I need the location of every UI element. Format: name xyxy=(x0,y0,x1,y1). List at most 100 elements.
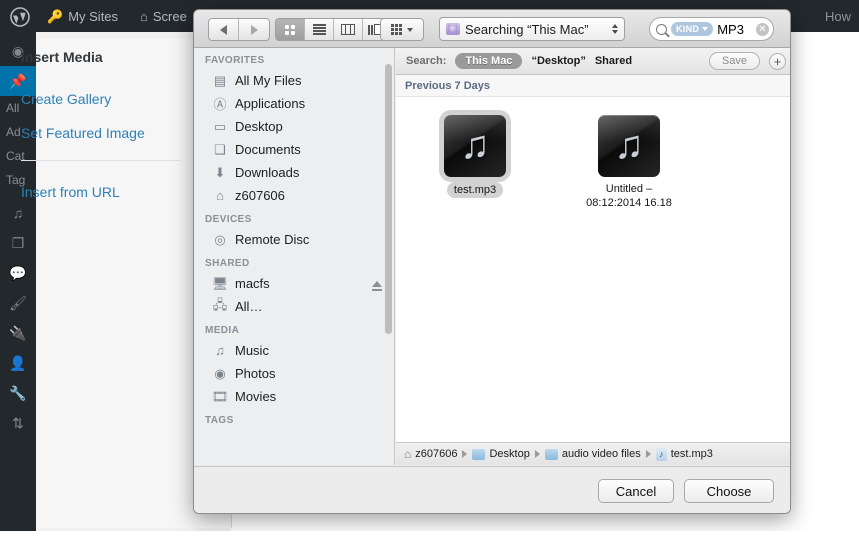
photos-icon: ◉ xyxy=(212,366,228,382)
screenshot-root: Maximum upload file size: 50 MB ◉📌AllAdC… xyxy=(0,0,859,537)
kind-token-label: KIND xyxy=(676,24,699,34)
plus-icon[interactable]: + xyxy=(769,53,786,70)
file-name-label: test.mp3 xyxy=(447,182,503,198)
arrange-by-icon[interactable] xyxy=(381,19,423,40)
wp-menu-media[interactable]: ♫ xyxy=(0,198,36,228)
file-icon-grid[interactable]: ♫test.mp3 ♫Untitled –08:12:2014 16.18 xyxy=(396,97,791,427)
set-featured-image-link[interactable]: Set Featured Image xyxy=(21,125,145,141)
wp-menu-settings[interactable]: ⇅ xyxy=(0,408,36,438)
location-popup-button[interactable]: Searching “This Mac” xyxy=(439,17,625,41)
howdy-label: How xyxy=(825,7,851,27)
file-name-label: Untitled –08:12:2014 16.18 xyxy=(586,182,672,210)
insert-media-title: Insert Media xyxy=(21,49,103,65)
finder-sidebar[interactable]: FAVORITES▤All My Files Ⓐ Applications ▭Desk… xyxy=(194,48,395,465)
sidebar-item-music[interactable]: ♫ Music xyxy=(194,339,394,362)
wp-menu-plugins[interactable]: 🔌 xyxy=(0,318,36,348)
server-icon: 🖥 xyxy=(212,276,228,292)
sidebar-item-photos[interactable]: ◉Photos xyxy=(194,362,394,385)
cancel-button[interactable]: Cancel xyxy=(598,479,674,503)
plug-icon: 🔌 xyxy=(9,325,26,342)
path-segment[interactable]: ⌂z607606 xyxy=(404,447,457,461)
sidebar-section-header: TAGS xyxy=(194,408,394,429)
wp-menu-tools[interactable]: 🔧 xyxy=(0,378,36,408)
path-bar[interactable]: ⌂z607606 Desktop audio video files test.mp3 xyxy=(396,442,791,465)
wp-menu-comments[interactable]: 💬 xyxy=(0,258,36,288)
sidebar-section-header: FAVORITES xyxy=(194,48,394,69)
sidebar-item-label: Desktop xyxy=(235,119,283,134)
sidebar-item-downloads[interactable]: ⬇Downloads xyxy=(194,161,394,184)
create-gallery-link[interactable]: Create Gallery xyxy=(21,91,111,107)
path-segment-label: test.mp3 xyxy=(671,448,713,460)
wp-menu-appearance[interactable]: 🖌 xyxy=(0,288,36,318)
wordpress-logo-icon[interactable] xyxy=(10,7,30,27)
media-icon: ♫ xyxy=(13,205,24,221)
applications-icon: Ⓐ xyxy=(212,96,228,112)
finder-footer: Cancel Choose xyxy=(194,466,791,514)
toolbar-my-sites[interactable]: 🔑 My Sites xyxy=(47,7,118,27)
sidebar-item-label: All… xyxy=(235,299,262,314)
search-scope-label: Search: xyxy=(406,55,446,67)
save-search-button[interactable]: Save xyxy=(709,52,760,70)
search-scope-bar: Search: This Mac “Desktop” Shared Save + xyxy=(396,48,791,75)
sliders-icon: ⇅ xyxy=(12,415,24,432)
path-separator-icon xyxy=(535,450,540,458)
scope-chip-desktop[interactable]: “Desktop” xyxy=(531,55,585,67)
finder-file-pane: Search: This Mac “Desktop” Shared Save +… xyxy=(396,48,791,465)
path-separator-icon xyxy=(646,450,651,458)
movies-icon: 🎞 xyxy=(212,389,228,405)
sidebar-item-remote-disc[interactable]: ◎ Remote Disc xyxy=(194,228,394,251)
sidebar-item-applications[interactable]: Ⓐ Applications xyxy=(194,92,394,115)
wp-menu-users[interactable]: 👤 xyxy=(0,348,36,378)
sidebar-item-desktop[interactable]: ▭Desktop xyxy=(194,115,394,138)
file-item[interactable]: ♫Untitled –08:12:2014 16.18 xyxy=(574,115,684,427)
path-segment[interactable]: Desktop xyxy=(472,448,529,460)
music-icon: ♫ xyxy=(212,343,228,359)
navigation-segment[interactable] xyxy=(208,18,270,41)
home-icon: ⌂ xyxy=(404,447,411,461)
toolbar-site-name[interactable]: ⌂ Scree xyxy=(140,7,187,27)
remote-disc-icon: ◎ xyxy=(212,232,228,248)
kind-filter-token[interactable]: KIND xyxy=(671,22,713,36)
back-arrow-icon[interactable] xyxy=(209,19,239,40)
column-view-icon[interactable] xyxy=(334,19,363,40)
clear-x-icon[interactable]: ✕ xyxy=(756,23,769,36)
home-icon: ⌂ xyxy=(140,7,148,27)
pin-icon: 📌 xyxy=(9,73,26,90)
toolbar-howdy[interactable]: How xyxy=(825,7,851,27)
arrange-by-button[interactable] xyxy=(380,18,424,41)
sidebar-section-header: MEDIA xyxy=(194,318,394,339)
sidebar-item-label: Music xyxy=(235,343,269,358)
sidebar-item-label: Remote Disc xyxy=(235,232,309,247)
sidebar-scrollbar[interactable] xyxy=(385,64,392,334)
path-segment[interactable]: test.mp3 xyxy=(656,448,713,461)
scope-chip-this-mac[interactable]: This Mac xyxy=(455,53,522,69)
list-view-icon[interactable] xyxy=(305,19,334,40)
file-item[interactable]: ♫test.mp3 xyxy=(420,115,530,427)
wp-menu-pages[interactable]: ❐ xyxy=(0,228,36,258)
path-segment-label: Desktop xyxy=(489,448,529,460)
sidebar-section-header: SHARED xyxy=(194,251,394,272)
chevron-down-icon xyxy=(407,28,413,32)
sidebar-item-all-my-files[interactable]: ▤All My Files xyxy=(194,69,394,92)
choose-button[interactable]: Choose xyxy=(684,479,774,503)
network-icon: 🖧 xyxy=(212,299,228,315)
sidebar-item-documents[interactable]: ❏Documents xyxy=(194,138,394,161)
all-my-files-icon: ▤ xyxy=(212,73,228,89)
brush-icon: 🖌 xyxy=(9,295,27,312)
sidebar-item-label: Applications xyxy=(235,96,305,111)
scope-chip-shared[interactable]: Shared xyxy=(595,55,632,67)
search-input[interactable]: KIND MP3 ✕ xyxy=(649,17,774,41)
sidebar-item-z607606[interactable]: ⌂z607606 xyxy=(194,184,394,207)
grid-view-icon[interactable] xyxy=(276,19,305,40)
sidebar-item-movies[interactable]: 🎞Movies xyxy=(194,385,394,408)
sidebar-item-all[interactable]: 🖧 All… xyxy=(194,295,394,318)
insert-from-url-link[interactable]: Insert from URL xyxy=(21,184,120,200)
wp-admin-menu[interactable]: ◉📌AllAdCatTag♫❐💬🖌🔌👤🔧⇅ xyxy=(0,32,36,537)
forward-arrow-icon[interactable] xyxy=(239,19,269,40)
folder-icon xyxy=(472,449,485,460)
location-label: Searching “This Mac” xyxy=(465,22,607,37)
path-segment[interactable]: audio video files xyxy=(545,448,641,460)
eject-icon[interactable] xyxy=(372,281,382,287)
view-mode-segment[interactable] xyxy=(275,18,393,41)
sidebar-item-macfs[interactable]: 🖥macfs xyxy=(194,272,394,295)
